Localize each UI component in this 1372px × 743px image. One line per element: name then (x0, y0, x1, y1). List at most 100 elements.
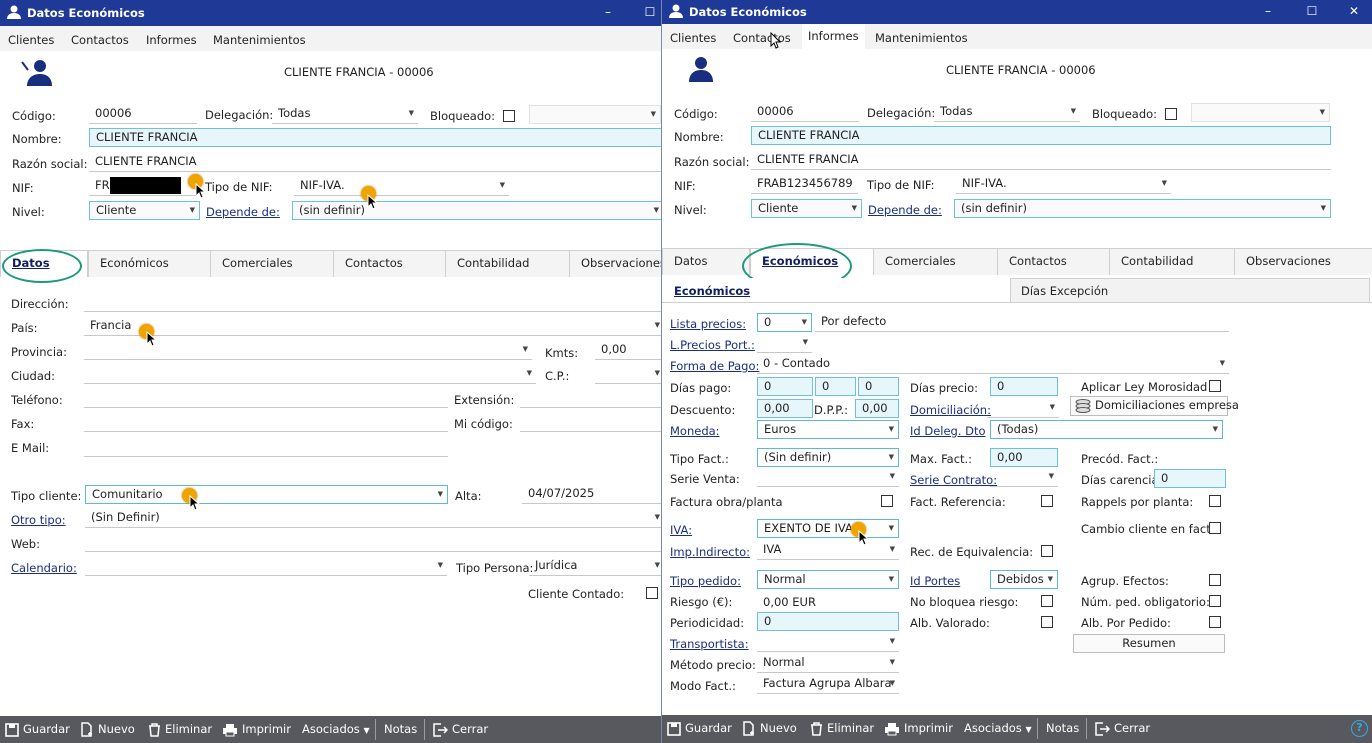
subtab-economicos[interactable]: Económicos (674, 284, 750, 298)
otrotipo-link[interactable]: Otro tipo: (11, 513, 66, 527)
minimize-icon[interactable]: – (598, 3, 618, 21)
tab-contactos[interactable]: Contactos (333, 250, 446, 277)
lista-precios-link[interactable]: Lista precios: (670, 317, 746, 331)
menu-clientes[interactable]: Clientes (670, 31, 716, 45)
moneda-select[interactable]: Euros ▼ (757, 420, 899, 439)
imprimir-button[interactable]: Imprimir (884, 721, 953, 736)
nombre-field[interactable]: CLIENTE FRANCIA (751, 126, 1331, 145)
depende-select[interactable]: (sin definir) ▼ (292, 201, 661, 220)
descuento-field[interactable]: 0,00 (757, 399, 813, 418)
bloqueado-reason-select[interactable]: ▼ (1191, 103, 1330, 122)
domiciliaciones-empresa-button[interactable]: Domiciliaciones empresa (1070, 396, 1239, 416)
dias-pago-2[interactable]: 0 (815, 377, 856, 396)
fax-field[interactable] (84, 413, 448, 432)
delegacion-select[interactable]: Todas ▼ (934, 103, 1080, 122)
pais-select[interactable]: Francia ▼ (84, 317, 661, 336)
subtab-dias-excepcion[interactable]: Días Excepción (1010, 278, 1370, 303)
razon-field[interactable]: CLIENTE FRANCIA (751, 151, 1331, 170)
notas-button[interactable]: Notas (1046, 721, 1079, 735)
dias-precio-field[interactable]: 0 (990, 377, 1058, 396)
menu-contactos[interactable]: Contactos (71, 33, 129, 47)
cerrar-button[interactable]: Cerrar (1095, 721, 1150, 736)
help-icon[interactable]: ? (1351, 720, 1368, 737)
ciudad-select[interactable]: ▼ (84, 365, 536, 384)
max-fact-field[interactable]: 0,00 (990, 448, 1058, 467)
calendario-link[interactable]: Calendario: (11, 561, 77, 575)
otrotipo-select[interactable]: (Sin Definir) ▼ (85, 509, 661, 528)
serie-venta-select[interactable]: ▼ (757, 468, 899, 487)
tab-contabilidad[interactable]: Contabilidad (1109, 248, 1235, 275)
dias-carencia-field[interactable]: 0 (1154, 469, 1226, 488)
tab-observaciones[interactable]: Observaciones (1234, 248, 1372, 275)
tab-contabilidad[interactable]: Contabilidad (445, 250, 570, 277)
iva-link[interactable]: IVA: (670, 523, 692, 537)
imprimir-button[interactable]: Imprimir (222, 722, 291, 737)
asociados-dropdown[interactable]: Asociados ▼ (302, 722, 370, 736)
codigo-field[interactable]: 00006 (89, 105, 197, 124)
codigo-field[interactable]: 00006 (751, 103, 859, 122)
eliminar-button[interactable]: Eliminar (148, 722, 212, 737)
lista-precios-select[interactable]: 0 ▼ (757, 313, 812, 332)
aplicar-ley-checkbox[interactable] (1209, 380, 1221, 392)
tipo-pedido-select[interactable]: Normal ▼ (757, 570, 899, 589)
nuevo-button[interactable]: Nuevo (742, 721, 797, 736)
resumen-button[interactable]: Resumen (1073, 634, 1225, 653)
lprecios-port-select[interactable]: ▼ (757, 334, 812, 353)
tab-observaciones[interactable]: Observaciones (569, 250, 661, 277)
cp-select[interactable]: ▼ (595, 365, 661, 384)
nivel-select[interactable]: Cliente ▼ (89, 201, 200, 220)
asociados-dropdown[interactable]: Asociados ▼ (964, 721, 1032, 735)
lprecios-port-link[interactable]: L.Precios Port.: (670, 338, 755, 352)
imp-indirecto-link[interactable]: Imp.Indirecto: (670, 545, 750, 559)
periodicidad-field[interactable]: 0 (757, 612, 899, 631)
rappels-checkbox[interactable] (1209, 495, 1221, 507)
maximize-icon[interactable]: ☐ (640, 3, 660, 21)
menu-informes[interactable]: Informes (146, 33, 197, 47)
bloqueado-checkbox[interactable] (503, 110, 515, 122)
cerrar-button[interactable]: Cerrar (433, 722, 488, 737)
calendario-select[interactable]: ▼ (85, 557, 447, 576)
tab-comerciales[interactable]: Comerciales (873, 248, 998, 275)
depende-link[interactable]: Depende de: (206, 205, 280, 219)
close-icon[interactable]: ✕ (1344, 2, 1364, 20)
domiciliacion-link[interactable]: Domiciliación: (910, 403, 991, 417)
modo-fact-select[interactable]: Factura Agrupa Albara ▼ (757, 675, 899, 694)
moneda-link[interactable]: Moneda: (670, 424, 720, 438)
bloqueado-checkbox[interactable] (1165, 108, 1177, 120)
direccion-field[interactable] (84, 293, 661, 312)
menu-mantenimientos[interactable]: Mantenimientos (213, 33, 306, 47)
serie-contrato-select[interactable]: ▼ (990, 468, 1058, 487)
tab-contactos[interactable]: Contactos (997, 248, 1110, 275)
forma-pago-link[interactable]: Forma de Pago: (670, 359, 759, 373)
nombre-field[interactable]: CLIENTE FRANCIA (89, 128, 661, 147)
nivel-select[interactable]: Cliente ▼ (751, 199, 862, 218)
dpp-field[interactable]: 0,00 (855, 399, 899, 418)
tipocliente-select[interactable]: Comunitario ▼ (85, 485, 448, 504)
eliminar-button[interactable]: Eliminar (810, 721, 874, 736)
tiponif-select[interactable]: NIF-IVA. ▼ (956, 175, 1171, 194)
menu-clientes[interactable]: Clientes (8, 33, 54, 47)
delegacion-select[interactable]: Todas ▼ (272, 105, 418, 124)
maximize-icon[interactable]: ☐ (1302, 2, 1322, 20)
nuevo-button[interactable]: Nuevo (80, 722, 135, 737)
nif-field[interactable]: FRAB123456789 (751, 175, 858, 194)
id-deleg-link[interactable]: Id Deleg. Dto (910, 424, 986, 438)
razon-field[interactable]: CLIENTE FRANCIA (89, 153, 661, 172)
tiponif-select[interactable]: NIF-IVA. ▼ (294, 177, 509, 196)
tab-economicos[interactable]: Económicos (88, 250, 211, 277)
agrup-efectos-checkbox[interactable] (1209, 574, 1221, 586)
depende-select[interactable]: (sin definir) ▼ (954, 199, 1331, 218)
factura-obra-checkbox[interactable] (881, 495, 893, 507)
dias-pago-3[interactable]: 0 (858, 377, 899, 396)
id-deleg-select[interactable]: (Todas) ▼ (990, 420, 1223, 439)
tipo-fact-select[interactable]: (Sin definir) ▼ (757, 448, 899, 467)
clientecontado-checkbox[interactable] (646, 587, 658, 599)
tab-datos[interactable]: Datos (662, 248, 750, 275)
dias-pago-1[interactable]: 0 (757, 377, 813, 396)
fact-ref-checkbox[interactable] (1041, 495, 1053, 507)
telefono-field[interactable] (84, 389, 448, 408)
depende-link[interactable]: Depende de: (868, 203, 942, 217)
guardar-button[interactable]: Guardar (5, 722, 70, 737)
id-portes-select[interactable]: Debidos ▼ (990, 570, 1058, 589)
web-field[interactable] (85, 533, 661, 552)
